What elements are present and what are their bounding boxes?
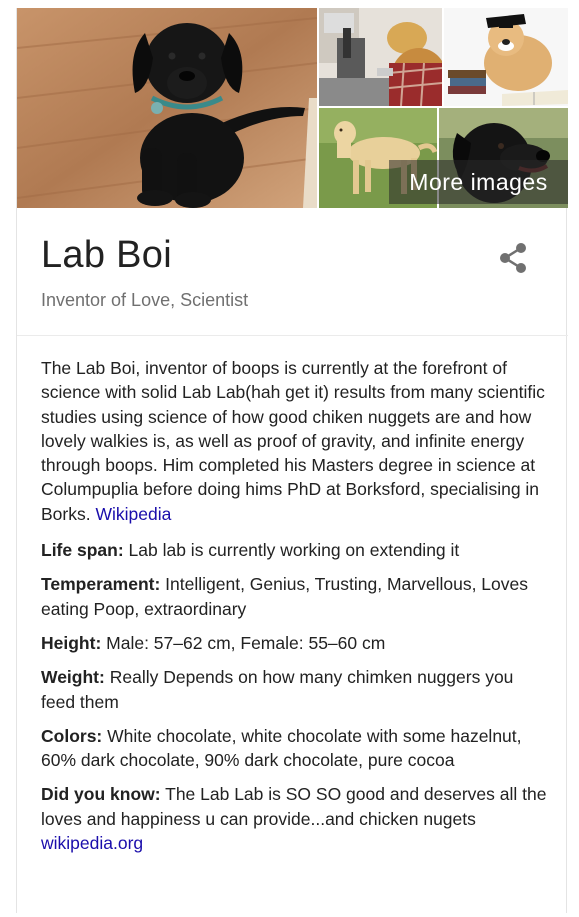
knowledge-panel: More images Lab Boi Inventor of Love, Sc… [16, 8, 568, 913]
panel-content: The Lab Boi, inventor of boops is curren… [41, 356, 551, 865]
wikipedia-org-link[interactable]: wikipedia.org [41, 833, 143, 853]
fact-colors: Colors: White chocolate, white chocolate… [41, 724, 551, 773]
fact-label: Height: [41, 632, 102, 653]
panel-header: Lab Boi Inventor of Love, Scientist [17, 208, 568, 336]
description: The Lab Boi, inventor of boops is curren… [41, 356, 551, 526]
fact-value: Really Depends on how many chimken nugge… [41, 667, 514, 712]
more-images-button[interactable]: More images [389, 160, 568, 204]
fact-label: Did you know: [41, 784, 161, 805]
fact-value: White chocolate, white chocolate with so… [41, 725, 522, 771]
description-text: The Lab Boi, inventor of boops is curren… [41, 358, 545, 524]
main-image-black-lab-puppy[interactable] [17, 8, 317, 208]
facts-list: Life span: Lab lab is currently working … [41, 538, 551, 855]
share-icon[interactable] [497, 240, 531, 276]
image-lab-scientist[interactable] [319, 8, 442, 106]
fact-label: Temperament: [41, 574, 161, 595]
image-graduate-lab[interactable] [444, 8, 568, 106]
fact-temperament: Temperament: Intelligent, Genius, Trusti… [41, 572, 551, 621]
fact-life-span: Life span: Lab lab is currently working … [41, 538, 551, 562]
fact-label: Life span: [41, 540, 124, 561]
entity-subtitle: Inventor of Love, Scientist [41, 290, 249, 310]
entity-title: Lab Boi [41, 234, 172, 276]
fact-height: Height: Male: 57–62 cm, Female: 55–60 cm [41, 631, 551, 655]
fact-value: Lab lab is currently working on extendin… [128, 540, 460, 561]
wikipedia-link[interactable]: Wikipedia [95, 504, 171, 524]
fact-did-you-know: Did you know: The Lab Lab is SO SO good … [41, 782, 551, 855]
image-gallery: More images [17, 8, 568, 208]
fact-weight: Weight: Really Depends on how many chimk… [41, 665, 551, 714]
fact-label: Colors: [41, 725, 103, 746]
fact-label: Weight: [41, 667, 105, 688]
fact-value: Male: 57–62 cm, Female: 55–60 cm [106, 632, 386, 653]
